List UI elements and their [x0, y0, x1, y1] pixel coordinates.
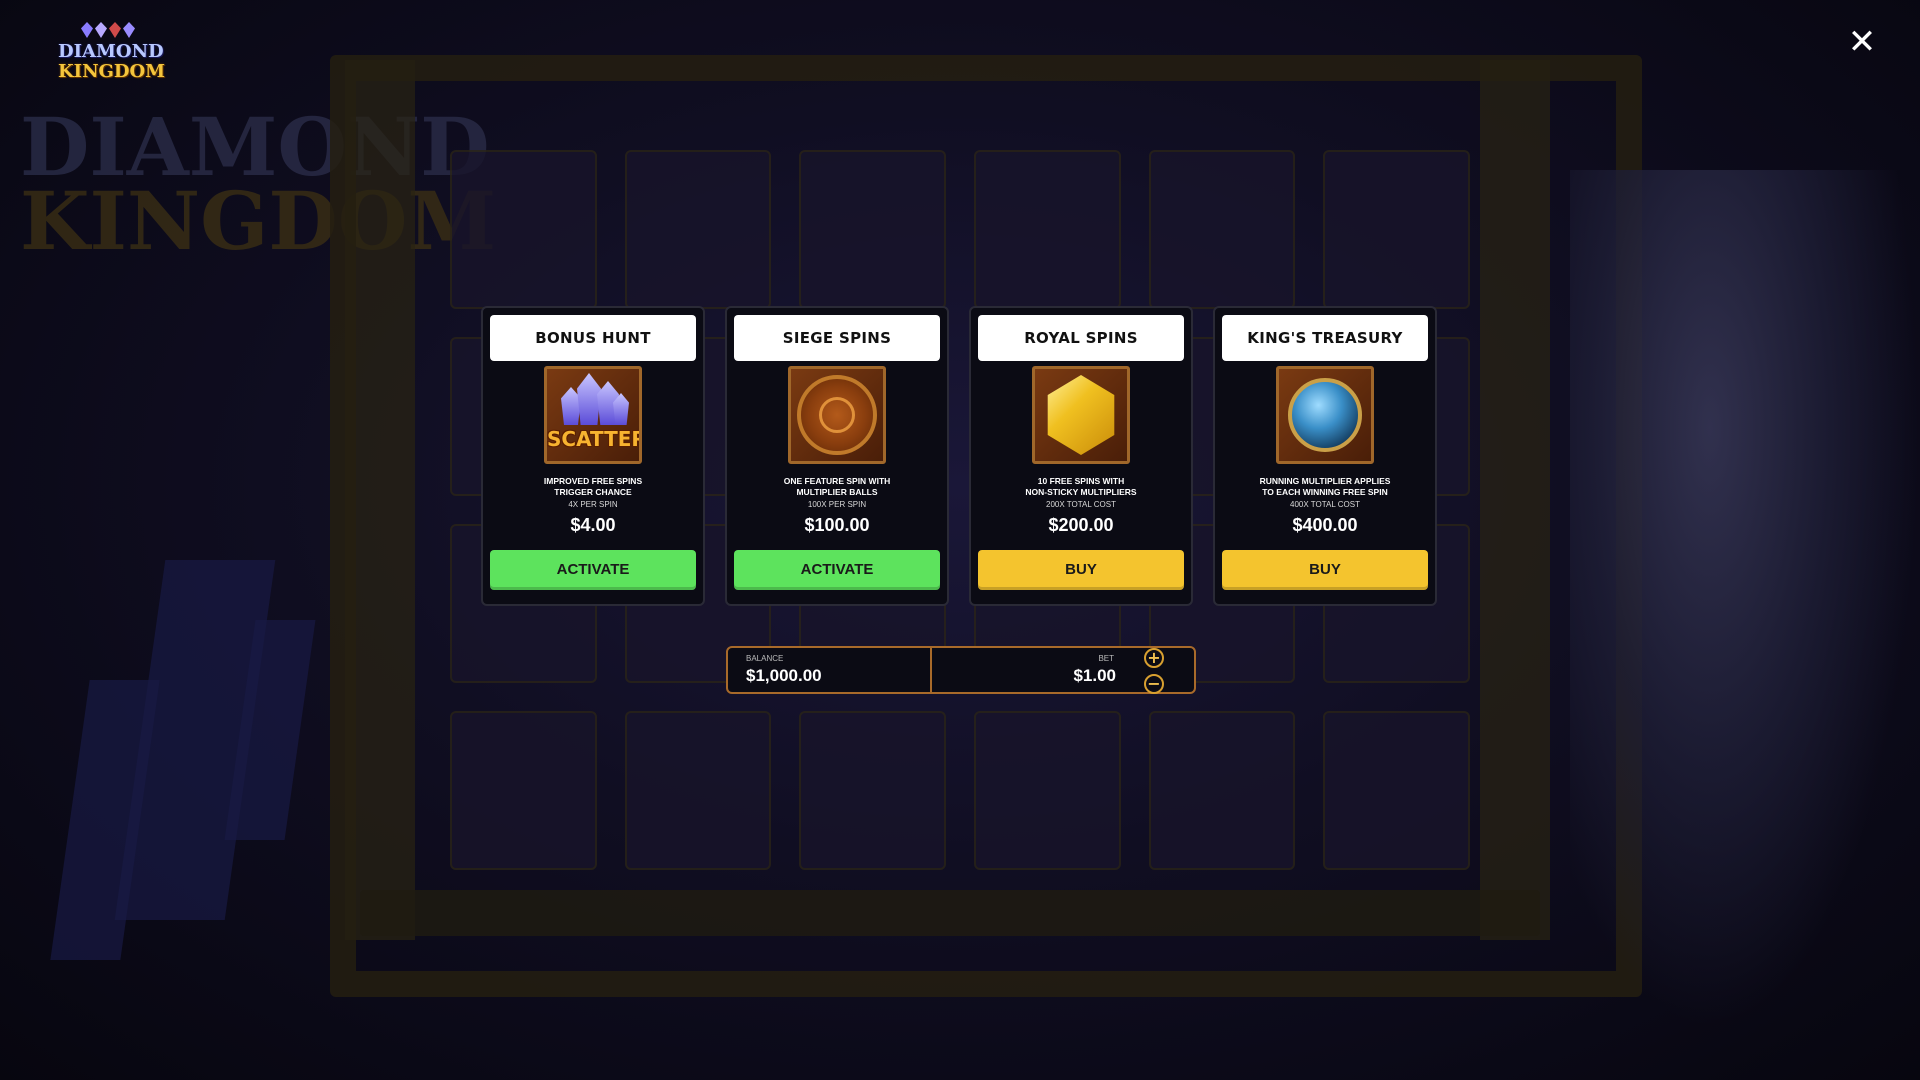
- card-cost: 200X TOTAL COST: [1046, 500, 1116, 509]
- close-button[interactable]: ✕: [1844, 24, 1880, 60]
- decrease-bet-button[interactable]: −: [1144, 674, 1164, 694]
- blue-orb-icon: [1276, 366, 1374, 464]
- scatter-icon: SCATTER: [544, 366, 642, 464]
- card-title: ROYAL SPINS: [978, 315, 1184, 361]
- background-bottom-bar: [360, 890, 1540, 936]
- balance-label: BALANCE: [746, 654, 784, 663]
- increase-bet-button[interactable]: +: [1144, 648, 1164, 668]
- balance-bet-bar: BALANCE $1,000.00 BET $1.00 + −: [726, 646, 1196, 694]
- activate-button-siege-spins[interactable]: ACTIVATE: [734, 550, 940, 590]
- activate-button-bonus-hunt[interactable]: ACTIVATE: [490, 550, 696, 590]
- card-cost: 100X PER SPIN: [807, 500, 867, 509]
- feature-card-bonus-hunt: BONUS HUNT SCATTER IMPROVED FREE SPINS T…: [481, 306, 705, 606]
- plus-icon: +: [1147, 648, 1161, 667]
- card-description: ONE FEATURE SPIN WITH MULTIPLIER BALLS: [783, 476, 891, 497]
- close-icon: ✕: [1847, 22, 1877, 62]
- logo-line-1: DIAMOND: [58, 41, 164, 62]
- card-price: $4.00: [570, 515, 616, 535]
- card-description: RUNNING MULTIPLIER APPLIES TO EACH WINNI…: [1259, 476, 1391, 497]
- gold-dice-icon: [1032, 366, 1130, 464]
- scatter-icon-label: SCATTER: [547, 427, 642, 451]
- bet-value: $1.00: [1073, 666, 1116, 685]
- card-title: BONUS HUNT: [490, 315, 696, 361]
- background-game-logo: DIAMOND KINGDOM: [20, 100, 497, 268]
- minus-icon: −: [1147, 674, 1161, 693]
- card-description: IMPROVED FREE SPINS TRIGGER CHANCE: [543, 476, 643, 497]
- background-king: [1570, 170, 1920, 1030]
- feature-cards: BONUS HUNT SCATTER IMPROVED FREE SPINS T…: [481, 306, 1437, 606]
- card-title: SIEGE SPINS: [734, 315, 940, 361]
- card-title: KING'S TREASURY: [1222, 315, 1428, 361]
- feature-card-royal-spins: ROYAL SPINS 10 FREE SPINS WITH NON-STICK…: [969, 306, 1193, 606]
- logo-line-2: KINGDOM: [58, 61, 166, 82]
- card-description: 10 FREE SPINS WITH NON-STICKY MULTIPLIER…: [1025, 476, 1137, 497]
- card-cost: 400X TOTAL COST: [1290, 500, 1360, 509]
- bet-display: BET $1.00 + −: [932, 648, 1194, 694]
- feature-card-kings-treasury: KING'S TREASURY RUNNING MULTIPLIER APPLI…: [1213, 306, 1437, 606]
- balance-value: $1,000.00: [746, 666, 822, 685]
- card-price: $200.00: [1048, 515, 1114, 535]
- game-logo: DIAMOND KINGDOM: [58, 22, 166, 88]
- buy-button-kings-treasury[interactable]: BUY: [1222, 550, 1428, 590]
- card-price: $400.00: [1292, 515, 1358, 535]
- medallion-icon: [788, 366, 886, 464]
- buy-button-royal-spins[interactable]: BUY: [978, 550, 1184, 590]
- card-price: $100.00: [804, 515, 870, 535]
- bet-label: BET: [1098, 654, 1114, 663]
- card-cost: 4X PER SPIN: [568, 500, 618, 509]
- feature-card-siege-spins: SIEGE SPINS ONE FEATURE SPIN WITH MULTIP…: [725, 306, 949, 606]
- logo-gems-icon: [58, 22, 158, 42]
- balance-display: BALANCE $1,000.00: [728, 648, 932, 692]
